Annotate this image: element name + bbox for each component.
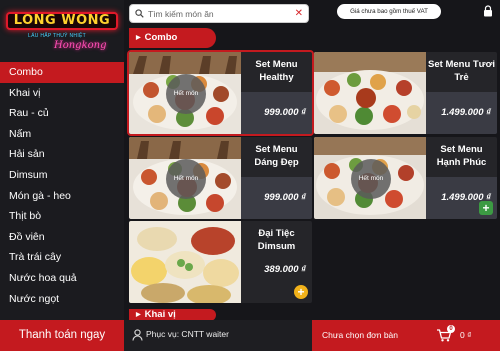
search-box: ✕: [129, 4, 309, 23]
logo-title: LONG WONG: [6, 12, 118, 30]
vat-note-badge: Giá chưa bao gồm thuế VAT: [337, 4, 441, 19]
product-info: Set Menu Hạnh Phúc 1.499.000 ₫ +: [426, 137, 497, 219]
caret-right-icon: ▶: [136, 312, 141, 318]
product-info: Đại Tiệc Dimsum 389.000 ₫ +: [241, 221, 312, 303]
sidebar-item-do-vien[interactable]: Đồ viên: [0, 227, 124, 248]
product-card-set-menu-hanh-phuc[interactable]: Hết món Set Menu Hạnh Phúc 1.499.000 ₫ +: [314, 137, 497, 219]
sidebar-item-thit-bo[interactable]: Thịt bò: [0, 206, 124, 227]
product-card-dai-tiec-dimsum[interactable]: Đại Tiệc Dimsum 389.000 ₫ +: [129, 221, 312, 303]
product-image: [129, 221, 241, 303]
logo-subtitle: LẨU HẤP THUỶ NHIỆT: [28, 33, 87, 39]
sidebar-item-combo[interactable]: Combo: [0, 62, 124, 83]
pos-app: LONG WONG LẨU HẤP THUỶ NHIỆT Hongkong Co…: [0, 0, 500, 351]
product-name: Set Menu Healthy: [255, 59, 298, 83]
sidebar-item-khai-vi[interactable]: Khai vị: [0, 83, 124, 104]
lock-icon[interactable]: [483, 5, 493, 17]
order-table-button[interactable]: Chưa chọn đơn bàn 0 0 ₫: [312, 320, 500, 351]
sold-out-badge: Hết món: [166, 159, 206, 199]
product-info: Set Menu Dáng Đẹp 999.000 ₫: [241, 137, 312, 219]
cart-count-badge: 0: [447, 325, 455, 333]
sidebar: LONG WONG LẨU HẤP THUỶ NHIỆT Hongkong Co…: [0, 0, 124, 320]
sidebar-item-nuoc-ngot[interactable]: Nước ngọt: [0, 289, 124, 310]
add-to-cart-button[interactable]: +: [479, 201, 493, 215]
cart-total: 0 ₫: [460, 330, 472, 340]
product-price: 999.000 ₫: [264, 192, 306, 203]
product-image: [314, 52, 426, 134]
product-name: Đại Tiệc Dimsum: [257, 228, 296, 252]
section-header-combo: ▶ Combo: [129, 28, 216, 48]
product-name: Set Menu Hạnh Phúc: [436, 144, 487, 168]
bottom-bar: Phục vụ: CNTT waiter Chưa chọn đơn bàn 0…: [124, 320, 500, 351]
section-title: Combo: [144, 32, 178, 43]
add-to-cart-button[interactable]: +: [294, 285, 308, 299]
server-label: Phục vụ: CNTT waiter: [146, 329, 229, 339]
sidebar-item-hai-san[interactable]: Hải sản: [0, 144, 124, 165]
product-card-set-menu-dang-dep[interactable]: Hết món Set Menu Dáng Đẹp 999.000 ₫: [129, 137, 312, 219]
caret-right-icon: ▶: [136, 35, 141, 41]
search-icon: [135, 9, 144, 18]
order-status-label: Chưa chọn đơn bàn: [322, 330, 399, 340]
pay-now-button[interactable]: Thanh toán ngay: [0, 320, 124, 351]
product-price: 999.000 ₫: [264, 107, 306, 118]
logo-script: Hongkong: [54, 40, 107, 51]
product-price: 1.499.000 ₫: [441, 107, 491, 118]
sold-out-badge: Hết món: [166, 74, 206, 114]
section-title: Khai vị: [144, 309, 176, 320]
sidebar-item-dimsum[interactable]: Dimsum: [0, 165, 124, 186]
sidebar-item-rau-cu[interactable]: Rau - củ: [0, 103, 124, 124]
sidebar-item-nam[interactable]: Nấm: [0, 124, 124, 145]
product-name: Set Menu Dáng Đẹp: [254, 144, 299, 168]
brand-logo: LONG WONG LẨU HẤP THUỶ NHIỆT Hongkong: [4, 4, 120, 58]
product-price: 389.000 ₫: [264, 264, 306, 275]
sidebar-item-mon-ga-heo[interactable]: Món gà - heo: [0, 186, 124, 207]
product-info: Set Menu Healthy 999.000 ₫: [241, 52, 312, 134]
search-input[interactable]: [148, 6, 288, 21]
category-list: Combo Khai vị Rau - củ Nấm Hải sản Dimsu…: [0, 62, 124, 309]
clear-search-icon[interactable]: ✕: [295, 8, 303, 19]
sidebar-item-nuoc-hoa-qua[interactable]: Nước hoa quả: [0, 268, 124, 289]
product-card-set-menu-tuoi-tre[interactable]: Set Menu Tươi Trẻ 1.499.000 ₫: [314, 52, 497, 134]
product-card-set-menu-healthy[interactable]: Hết món Set Menu Healthy 999.000 ₫: [127, 50, 314, 136]
product-name: Set Menu Tươi Trẻ: [428, 59, 495, 83]
user-icon: [132, 329, 143, 341]
sold-out-badge: Hết món: [351, 159, 391, 199]
sidebar-item-tra-trai-cay[interactable]: Trà trái cây: [0, 247, 124, 268]
product-info: Set Menu Tươi Trẻ 1.499.000 ₫: [426, 52, 497, 134]
